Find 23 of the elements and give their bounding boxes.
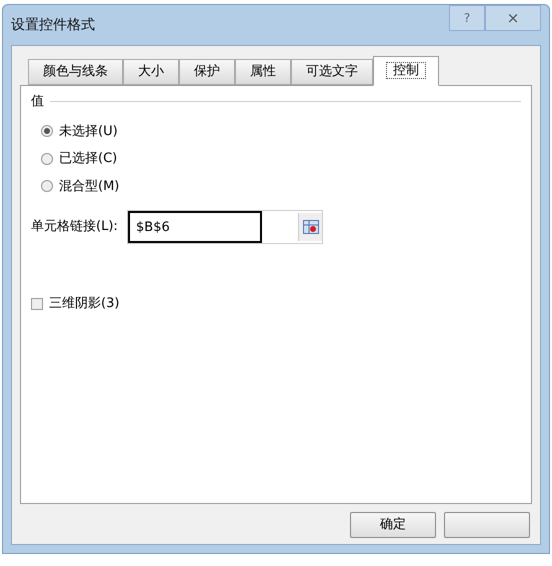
radio-label: 未选择(U) xyxy=(59,122,118,140)
radio-button[interactable] xyxy=(41,152,53,165)
group-title: 值 xyxy=(31,93,44,111)
radio-button[interactable] xyxy=(41,125,53,138)
radio-button[interactable] xyxy=(41,180,53,192)
range-select-button[interactable] xyxy=(298,213,322,241)
radio-label: 已选择(C) xyxy=(59,150,118,168)
tab[interactable]: 颜色与线条 xyxy=(28,59,123,85)
help-button[interactable]: ? xyxy=(449,5,485,31)
tab[interactable]: 控制 xyxy=(373,56,439,86)
tab[interactable]: 属性 xyxy=(235,59,291,85)
tab[interactable]: 大小 xyxy=(123,59,179,85)
tab[interactable]: 保护 xyxy=(179,59,235,85)
ok-button[interactable]: 确定 xyxy=(350,512,436,538)
checkbox-label: 三维阴影(3) xyxy=(49,295,120,313)
radio-label: 混合型(M) xyxy=(59,178,120,196)
cell-link-field[interactable]: $B$6 xyxy=(128,211,262,243)
field-label: 单元格链接(L): xyxy=(31,218,119,236)
window-title: 设置控件格式 xyxy=(11,16,96,34)
tab[interactable]: 可选文字 xyxy=(291,59,373,85)
blank-button[interactable] xyxy=(444,512,530,538)
close-button[interactable]: × xyxy=(485,5,541,31)
checkbox[interactable] xyxy=(31,298,43,310)
